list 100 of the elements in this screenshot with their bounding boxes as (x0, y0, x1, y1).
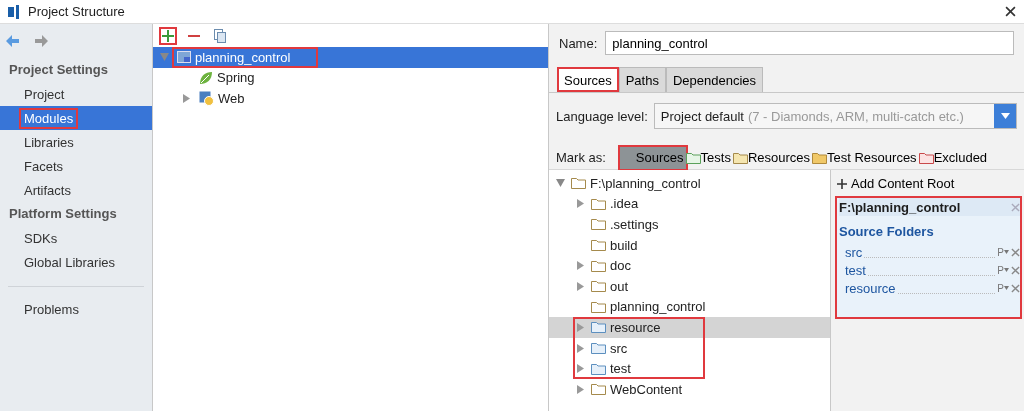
name-label: Name: (559, 35, 598, 51)
close-icon[interactable] (1005, 6, 1016, 17)
language-level-dropdown[interactable]: Project default (7 - Diamonds, ARM, multi-catch etc.) (653, 103, 1017, 129)
folder-name: out (610, 278, 629, 294)
sidebar-item[interactable]: Facets (0, 154, 152, 178)
caret-icon (1004, 268, 1009, 272)
module-name: Spring (217, 70, 255, 86)
tab[interactable]: Dependencies (665, 67, 764, 92)
folder-name: .settings (610, 217, 659, 232)
name-field[interactable]: planning_control (605, 31, 1014, 55)
folder-icon (591, 239, 606, 252)
remove-icon[interactable] (1011, 265, 1020, 275)
sidebar-item[interactable]: Problems (0, 297, 152, 321)
module-icon (177, 51, 191, 64)
collapse-arrow-icon[interactable] (182, 94, 190, 103)
module-tree-row[interactable]: Web (153, 88, 548, 109)
tab[interactable]: Paths (618, 67, 666, 92)
folder-icon (591, 300, 606, 313)
folder-name: src (610, 340, 628, 356)
folder-tree-row[interactable]: out (549, 275, 830, 297)
plus-icon (162, 29, 174, 42)
source-folders-heading: Source Folders (839, 224, 935, 239)
mark-as-button[interactable]: Resources (747, 146, 813, 169)
folder-icon (591, 280, 606, 293)
source-folder-icon (591, 321, 606, 334)
remove-icon[interactable] (1011, 283, 1020, 293)
folder-icon (591, 218, 606, 231)
test-resource-folder-icon (812, 151, 828, 164)
package-prefix-button[interactable]: P (997, 264, 1009, 276)
add-button[interactable] (159, 26, 177, 45)
dropdown-caret-icon[interactable] (1000, 113, 1010, 119)
folder-tree-row[interactable]: doc (549, 255, 830, 276)
sidebar-item[interactable]: Global Libraries (0, 250, 152, 274)
add-content-root-button[interactable]: Add Content Root (835, 176, 1022, 191)
remove-icon[interactable] (1011, 247, 1020, 257)
sidebar-item[interactable]: Modules (0, 106, 152, 130)
module-tree-row[interactable]: planning_control (153, 47, 548, 68)
source-folder-name: src (845, 244, 863, 260)
language-level-hint: (7 - Diamonds, ARM, multi-catch etc.) (747, 108, 965, 124)
folder-icon (591, 259, 606, 272)
folder-tree-row[interactable]: test (549, 358, 830, 379)
folder-tree-row[interactable]: build (549, 234, 830, 256)
mark-as-button[interactable]: Test Resources (827, 146, 919, 169)
folder-name: .idea (610, 196, 639, 212)
section-title: Project Settings (8, 61, 109, 79)
collapse-arrow-icon[interactable] (576, 322, 584, 332)
leaf-icon (199, 70, 213, 85)
folder-name: WebContent (610, 381, 683, 397)
folder-tree-row[interactable]: planning_control (549, 296, 830, 318)
forward-arrow-icon[interactable] (34, 35, 48, 47)
mark-as-button[interactable]: Tests (700, 146, 733, 169)
copy-button[interactable] (211, 26, 229, 45)
language-level-value: Project default (660, 108, 744, 124)
sidebar-item[interactable]: SDKs (0, 226, 152, 250)
test-folder-icon (685, 151, 701, 164)
caret-icon (1004, 250, 1009, 254)
module-name: planning_control (195, 49, 291, 65)
window-title: Project Structure (28, 4, 126, 19)
folder-tree-row[interactable]: src (549, 337, 830, 359)
section-title: Platform Settings (8, 205, 118, 223)
collapse-arrow-icon[interactable] (576, 199, 584, 209)
module-name: Web (218, 91, 245, 106)
folder-tree-row[interactable]: .settings (549, 214, 830, 235)
folder-icon (571, 177, 586, 190)
back-arrow-icon[interactable] (6, 35, 20, 47)
folder-tree-row[interactable]: WebContent (549, 378, 830, 400)
folder-tree-row[interactable]: .idea (549, 193, 830, 215)
module-tree-row[interactable]: Spring (153, 67, 548, 89)
language-level-label: Language level: (556, 108, 648, 124)
copy-icon (214, 28, 226, 43)
source-folder-icon (591, 362, 606, 375)
sidebar-item[interactable]: Libraries (0, 130, 152, 154)
folder-icon (591, 383, 606, 396)
caret-icon (1004, 286, 1009, 290)
folder-icon (591, 197, 606, 210)
folder-tree-row[interactable]: resource (549, 317, 830, 338)
resource-folder-icon (732, 151, 748, 164)
tab[interactable]: Sources (557, 67, 619, 92)
web-module-icon (199, 91, 214, 106)
folder-name: F:\planning_control (590, 175, 701, 191)
folder-tree-row[interactable]: F:\planning_control (549, 173, 830, 194)
plus-icon (837, 178, 847, 189)
mark-as-button[interactable]: Excluded (933, 146, 990, 169)
sidebar-item[interactable]: Artifacts (0, 178, 152, 202)
package-prefix-button[interactable]: P (997, 246, 1009, 258)
sidebar-item[interactable]: Project (0, 82, 152, 106)
folder-name: resource (610, 319, 661, 335)
folder-name: test (610, 361, 631, 377)
package-prefix-button[interactable]: P (997, 282, 1009, 294)
source-folder-name: test (845, 262, 866, 278)
mark-as-button[interactable]: Sources (619, 146, 686, 169)
mark-as-label: Mark as: (556, 150, 606, 165)
app-logo-icon (8, 4, 22, 19)
expand-arrow-icon[interactable] (555, 179, 565, 188)
excluded-folder-icon (918, 151, 934, 164)
folder-name: planning_control (610, 299, 706, 315)
source-folder-icon (591, 342, 606, 355)
source-folder-name: resource (845, 280, 896, 296)
collapse-arrow-icon[interactable] (576, 343, 584, 353)
minus-icon (188, 34, 200, 37)
